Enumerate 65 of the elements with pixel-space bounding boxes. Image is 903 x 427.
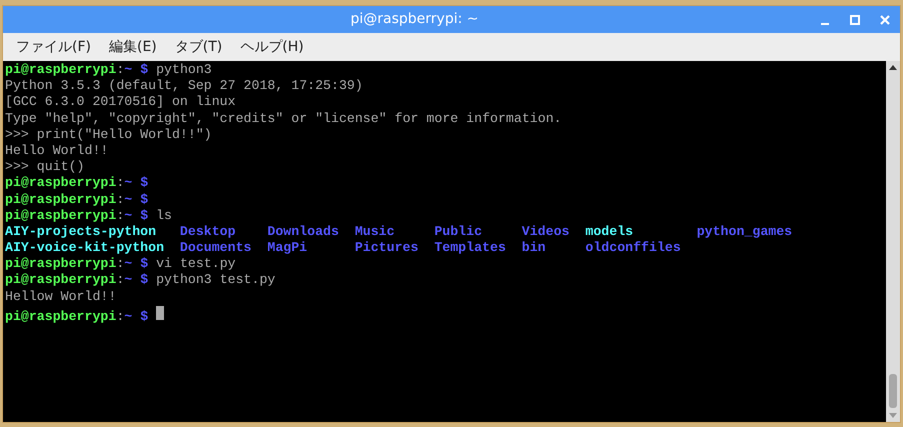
prompt-symbol: $ — [140, 272, 148, 288]
window-title: pi@raspberrypi: ~ — [350, 11, 479, 27]
file-name: AIY-voice-kit-python — [5, 240, 164, 256]
menu-item[interactable]: ヘルプ(H) — [231, 36, 313, 58]
scrollbar[interactable] — [886, 61, 900, 422]
close-icon[interactable] — [878, 12, 892, 26]
prompt-separator: : — [116, 308, 124, 324]
prompt-path: ~ — [124, 308, 132, 324]
command-text: python3 test.py — [156, 272, 276, 288]
prompt-symbol: $ — [140, 256, 148, 272]
prompt-separator: : — [116, 208, 124, 223]
command-text: vi test.py — [156, 256, 236, 272]
prompt-host: pi@raspberrypi — [5, 62, 116, 77]
file-name: Videos — [522, 224, 570, 239]
output-text: Hellow World!! — [5, 288, 116, 304]
prompt-host: pi@raspberrypi — [5, 272, 116, 288]
prompt-symbol: $ — [140, 208, 148, 223]
output-text: Type "help", "copyright", "credits" or "license" for more information. — [5, 110, 562, 126]
file-name: bin — [522, 240, 546, 256]
command-text: python3 — [156, 62, 212, 77]
file-name: oldconffiles — [585, 240, 681, 256]
menu-item[interactable]: ファイル(F) — [7, 36, 100, 58]
file-name: MagPi — [267, 240, 308, 256]
prompt-symbol: $ — [140, 192, 148, 206]
menu-item[interactable]: 編集(E) — [100, 36, 166, 58]
prompt-symbol: $ — [140, 62, 148, 77]
output-text: >>> quit() — [5, 159, 85, 174]
prompt-path: ~ — [124, 62, 132, 77]
scrollbar-thumb[interactable] — [889, 374, 897, 408]
menu-item[interactable]: タブ(T) — [166, 36, 232, 58]
prompt-host: pi@raspberrypi — [5, 256, 116, 272]
file-name: python_games — [696, 224, 792, 239]
output-text: [GCC 6.3.0 20170516] on linux — [5, 94, 236, 110]
output-text: >>> print("Hello World!!") — [5, 126, 212, 142]
prompt-path: ~ — [124, 208, 132, 223]
output-text: Python 3.5.3 (default, Sep 27 2018, 17:25:39) — [5, 78, 363, 94]
prompt-host: pi@raspberrypi — [5, 208, 116, 223]
prompt-separator: : — [116, 272, 124, 288]
prompt-separator: : — [116, 175, 124, 190]
prompt-separator: : — [116, 62, 124, 77]
file-name: Downloads — [267, 224, 339, 239]
prompt-path: ~ — [124, 175, 132, 190]
prompt-separator: : — [116, 192, 124, 206]
prompt-host: pi@raspberrypi — [5, 175, 116, 190]
file-name: Pictures — [354, 240, 418, 256]
file-name: Desktop — [180, 224, 236, 239]
file-name: Templates — [434, 240, 506, 256]
prompt-symbol: $ — [140, 308, 148, 324]
prompt-host: pi@raspberrypi — [5, 192, 116, 206]
file-name: Documents — [180, 240, 252, 256]
file-name: Music — [354, 224, 395, 239]
prompt-path: ~ — [124, 272, 132, 288]
maximize-icon[interactable] — [848, 12, 862, 26]
file-name: Public — [434, 224, 482, 239]
prompt-symbol: $ — [140, 175, 148, 190]
scroll-down-icon[interactable] — [888, 412, 898, 420]
output-text: Hello World!! — [5, 142, 108, 158]
file-name: models — [585, 224, 634, 239]
prompt-path: ~ — [124, 192, 132, 206]
prompt-separator: : — [116, 256, 124, 272]
command-text: ls — [156, 208, 172, 223]
scroll-up-icon[interactable] — [888, 63, 898, 71]
file-name: AIY-projects-python — [5, 224, 156, 239]
prompt-host: pi@raspberrypi — [5, 308, 116, 324]
prompt-path: ~ — [124, 256, 132, 272]
